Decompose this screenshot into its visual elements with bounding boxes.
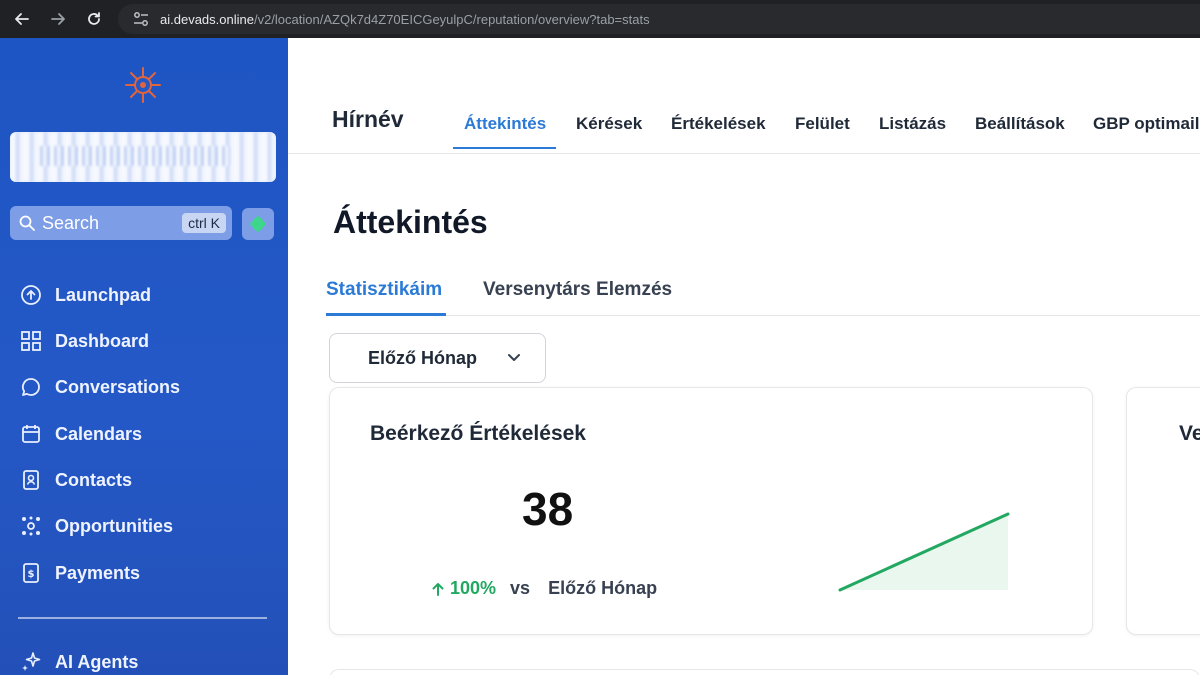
opportunities-icon xyxy=(18,513,44,539)
trend-comparison: 100% vs Előző Hónap xyxy=(430,578,657,599)
reload-icon[interactable] xyxy=(76,0,112,38)
incoming-reviews-card: Beérkező Értékelések 38 100% vs Előző Hó… xyxy=(329,387,1093,635)
active-tab-indicator xyxy=(453,147,556,149)
sidebar-item-payments[interactable]: $ Payments xyxy=(18,558,140,588)
url-path: /v2/location/AZQk7d4Z70EICGeyulpC/reputa… xyxy=(253,11,650,27)
tab-requests[interactable]: Kérések xyxy=(576,114,642,134)
tab-reviews[interactable]: Értékelések xyxy=(671,114,766,134)
search-shortcut: ctrl K xyxy=(182,213,226,233)
address-bar[interactable]: ai.devads.online/v2/location/AZQk7d4Z70E… xyxy=(118,4,1200,34)
url-host: ai.devads.online xyxy=(160,11,254,27)
sidebar-item-label: AI Agents xyxy=(55,651,139,672)
forward-icon[interactable] xyxy=(40,0,76,38)
sidebar-item-calendars[interactable]: Calendars xyxy=(18,419,142,449)
sidebar-item-conversations[interactable]: Conversations xyxy=(18,372,180,402)
top-navigation: Hírnév Áttekintés Kérések Értékelések Fe… xyxy=(288,38,1200,154)
sparkle-icon xyxy=(18,649,44,675)
active-subtab-indicator xyxy=(326,313,446,316)
trend-compare-period: Előző Hónap xyxy=(548,578,658,598)
sidebar-item-label: Opportunities xyxy=(55,515,173,536)
account-name-redacted-text xyxy=(40,146,230,166)
card-title: Beérkező Értékelések xyxy=(370,422,586,445)
main-content: Hírnév Áttekintés Kérések Értékelések Fe… xyxy=(288,38,1200,675)
chat-icon xyxy=(18,374,44,400)
quick-action-icon xyxy=(249,215,267,233)
secondary-card: Ve xyxy=(1126,387,1200,635)
trend-change-value: 100% xyxy=(450,578,497,598)
subtab-competitor-analysis[interactable]: Versenytárs Elemzés xyxy=(483,279,672,301)
arrow-up-icon xyxy=(432,582,444,596)
trend-vs-label: vs xyxy=(510,578,531,598)
incoming-reviews-count: 38 xyxy=(522,483,574,535)
sidebar-item-opportunities[interactable]: Opportunities xyxy=(18,511,173,541)
sidebar-divider xyxy=(18,617,267,619)
sidebar-item-ai-agents[interactable]: AI Agents xyxy=(18,647,138,675)
subtab-divider xyxy=(326,315,1200,316)
tab-settings[interactable]: Beállítások xyxy=(975,114,1065,134)
tab-widgets[interactable]: Felület xyxy=(795,114,850,134)
search-icon xyxy=(19,215,35,231)
trend-sparkline xyxy=(838,512,1010,592)
back-icon[interactable] xyxy=(4,0,40,38)
sidebar-item-label: Dashboard xyxy=(55,330,150,351)
card-title: Ve xyxy=(1179,422,1200,445)
sidebar-item-label: Conversations xyxy=(55,376,181,397)
payments-icon: $ xyxy=(18,560,44,586)
svg-text:$: $ xyxy=(28,569,35,580)
period-selected-value: Előző Hónap xyxy=(368,347,477,368)
site-settings-icon[interactable] xyxy=(132,10,150,28)
trend-change: 100% xyxy=(430,578,496,599)
contacts-icon xyxy=(18,467,44,493)
next-card xyxy=(329,669,1200,675)
period-dropdown[interactable]: Előző Hónap xyxy=(329,333,546,383)
tab-overview[interactable]: Áttekintés xyxy=(464,114,546,134)
sidebar-item-launchpad[interactable]: Launchpad xyxy=(18,280,151,310)
sidebar-item-label: Contacts xyxy=(55,469,133,490)
search-label: Search xyxy=(42,212,100,233)
account-switcher[interactable] xyxy=(10,132,276,182)
page-title: Áttekintés xyxy=(333,204,488,240)
sidebar-item-dashboard[interactable]: Dashboard xyxy=(18,326,149,356)
brand-logo-icon[interactable] xyxy=(122,64,164,106)
quick-action-button[interactable] xyxy=(242,208,274,240)
sidebar: Search ctrl K Launchpad Dashboard Conver… xyxy=(0,38,288,675)
calendar-icon xyxy=(18,421,44,447)
tab-gbp-optimization[interactable]: GBP optimaili xyxy=(1093,114,1200,134)
sidebar-item-label: Launchpad xyxy=(55,284,152,305)
sidebar-item-contacts[interactable]: Contacts xyxy=(18,465,132,495)
chevron-down-icon xyxy=(508,354,520,361)
browser-toolbar: ai.devads.online/v2/location/AZQk7d4Z70E… xyxy=(0,0,1200,38)
search-input[interactable]: Search ctrl K xyxy=(10,206,232,240)
launchpad-icon xyxy=(18,282,44,308)
tab-listings[interactable]: Listázás xyxy=(879,114,946,134)
subtab-my-stats[interactable]: Statisztikáim xyxy=(326,279,442,301)
dashboard-icon xyxy=(18,328,44,354)
sidebar-item-label: Payments xyxy=(55,562,141,583)
section-title: Hírnév xyxy=(332,106,404,132)
sidebar-item-label: Calendars xyxy=(55,423,143,444)
